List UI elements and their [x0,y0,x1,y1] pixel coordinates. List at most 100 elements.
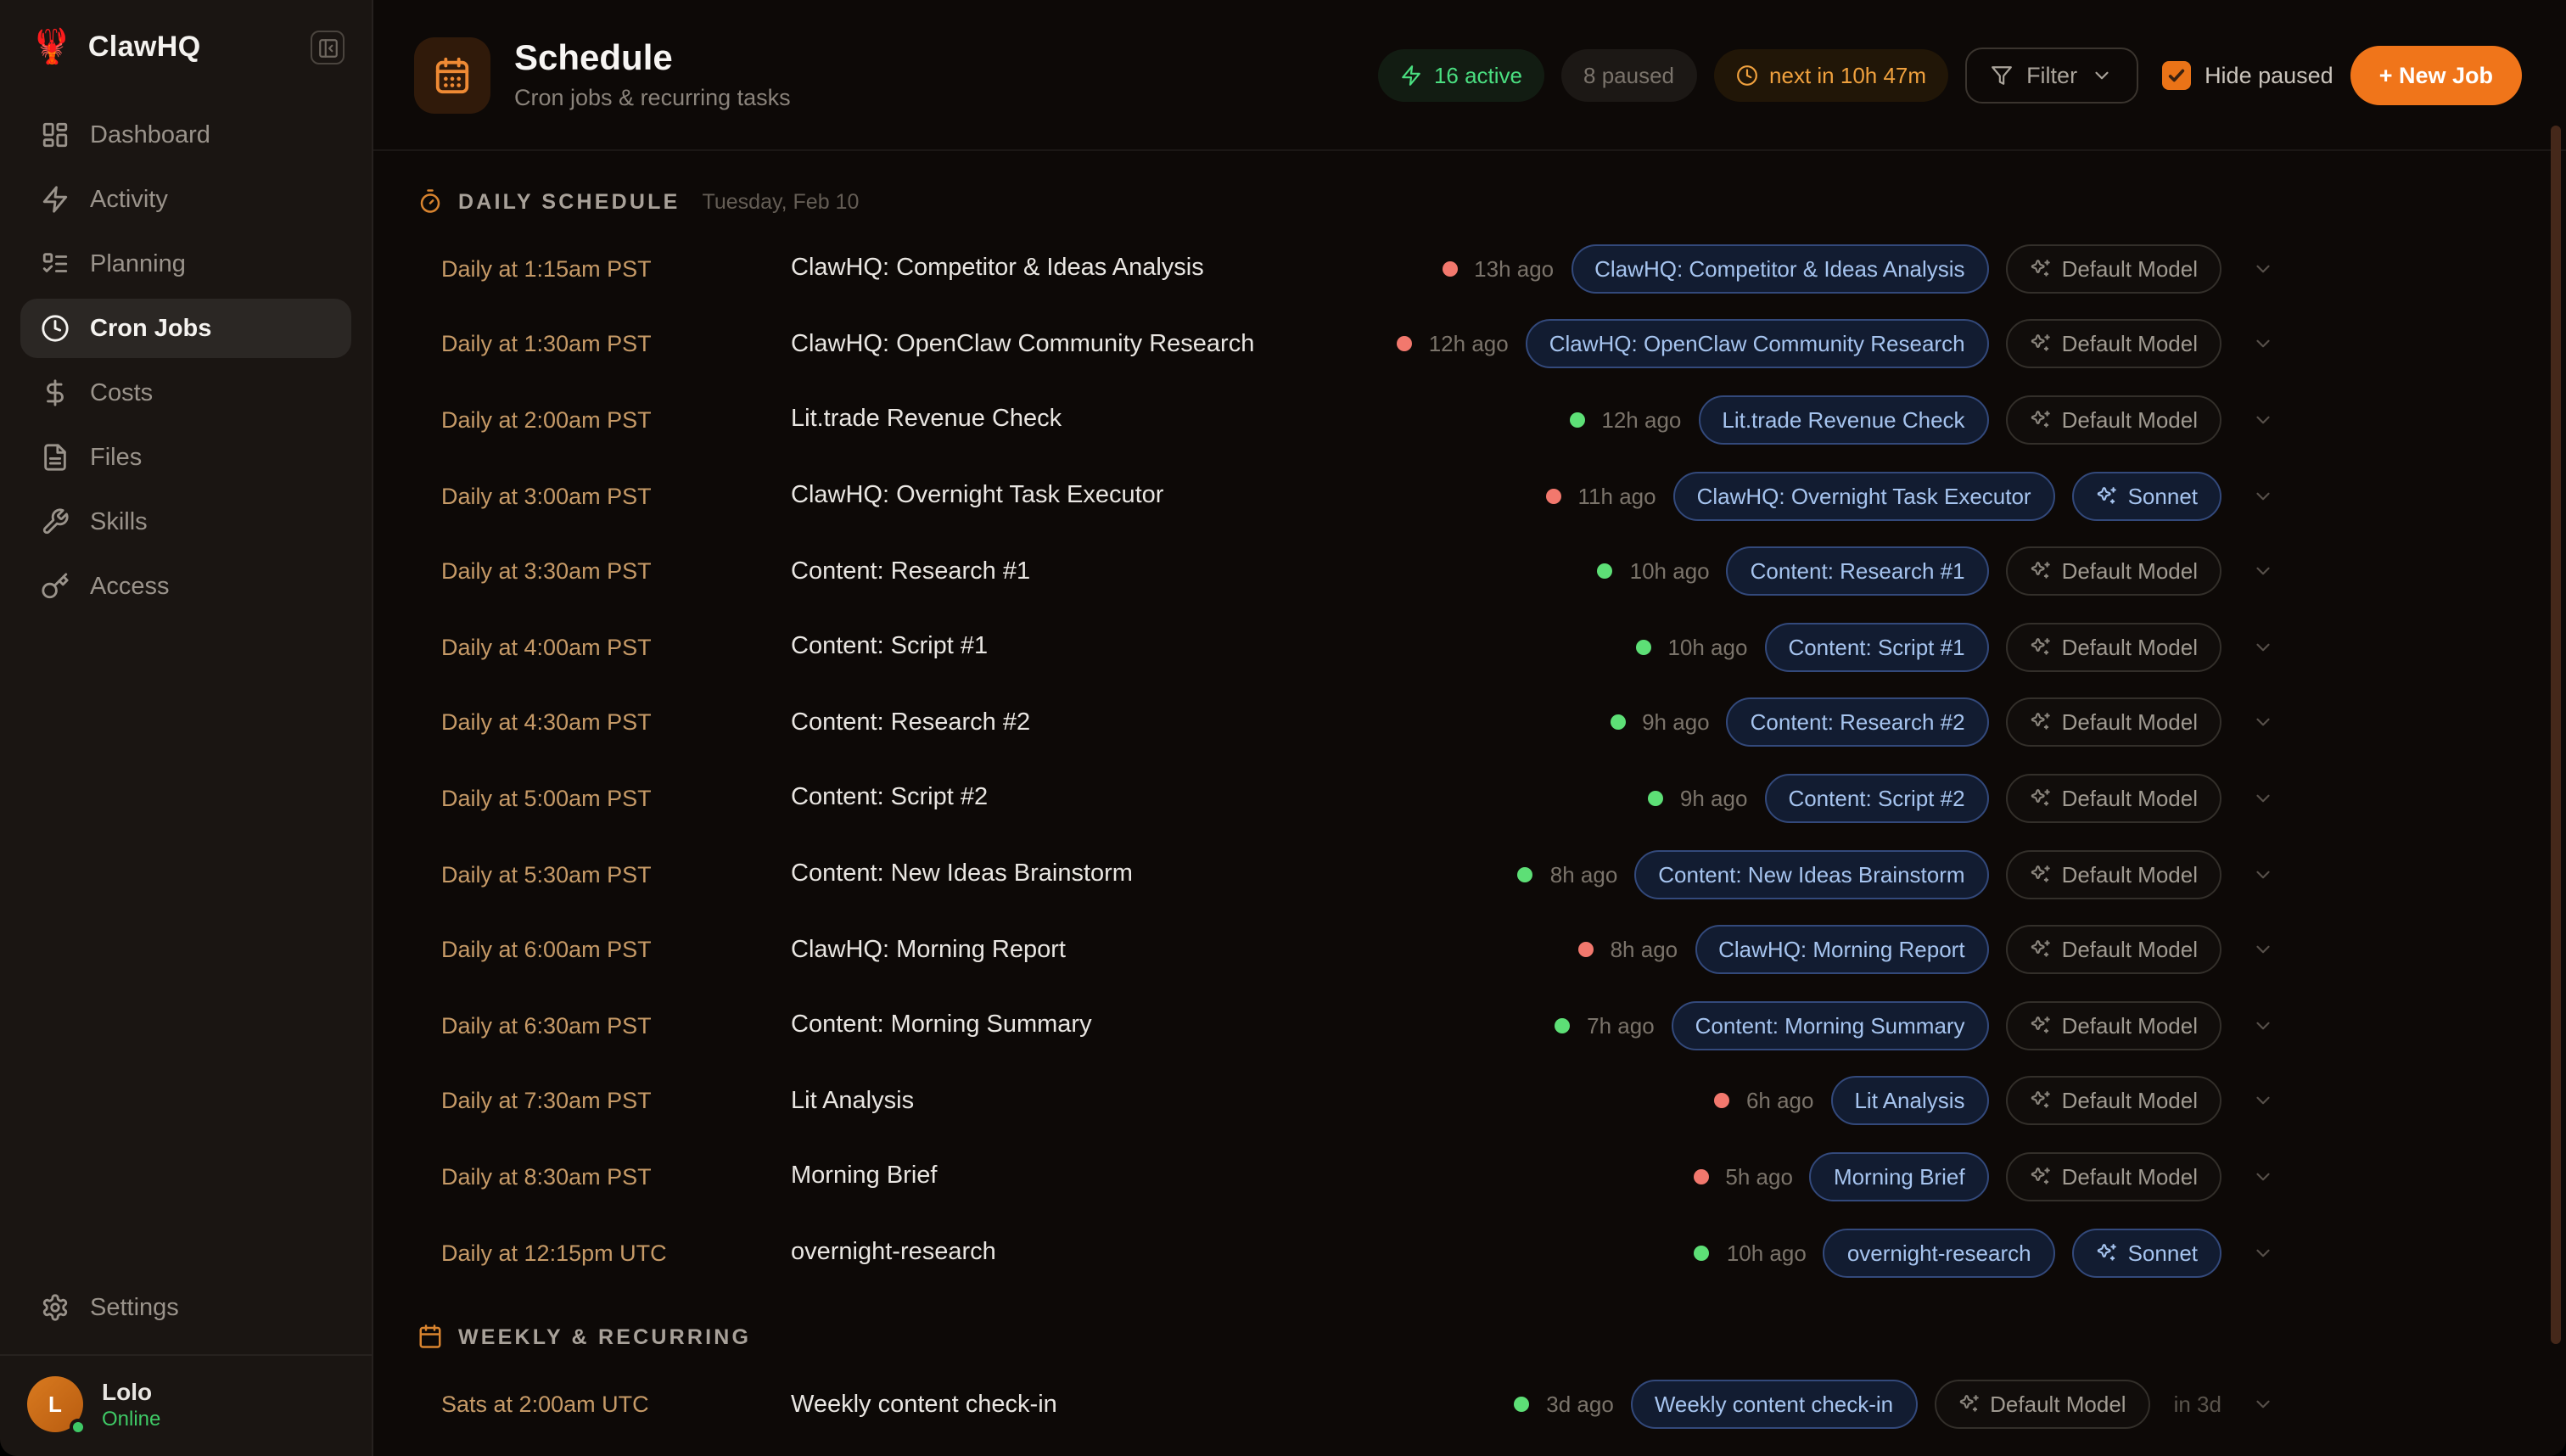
job-badge[interactable]: Content: Script #1 [1764,623,1988,672]
status-dot [1695,1245,1710,1260]
job-row[interactable]: Daily at 4:30am PST Content: Research #2… [373,685,2566,760]
chevron-down-icon[interactable] [2252,863,2274,885]
chevron-down-icon[interactable] [2252,333,2274,356]
job-badge[interactable]: Content: Research #2 [1727,698,1989,748]
user-profile[interactable]: L Lolo Online [0,1354,372,1456]
sidebar-item-skills[interactable]: Skills [20,492,351,552]
sidebar-item-files[interactable]: Files [20,428,351,487]
model-badge[interactable]: Default Model [2006,925,2221,974]
hide-paused-toggle[interactable]: Hide paused [2162,60,2333,89]
sidebar-item-label: Access [90,573,170,600]
job-badge[interactable]: Lit.trade Revenue Check [1698,395,1988,445]
sidebar-collapse-icon[interactable] [311,31,345,64]
model-badge[interactable]: Default Model [2006,849,2221,899]
clock-icon [1735,64,1757,86]
status-dot [1598,563,1613,579]
avatar-initial: L [48,1392,62,1417]
chevron-down-icon[interactable] [2252,787,2274,809]
chevron-down-icon[interactable] [2252,1166,2274,1188]
funnel-icon [1991,64,2013,86]
model-badge[interactable]: Default Model [2006,395,2221,445]
sparkles-icon [2030,409,2052,431]
job-row[interactable]: Daily at 7:30am PST Lit Analysis 6h ago … [373,1063,2566,1139]
section-title: DAILY SCHEDULE [458,189,681,213]
job-badge[interactable]: Morning Brief [1810,1152,1989,1201]
job-row[interactable]: Daily at 3:30am PST Content: Research #1… [373,534,2566,609]
chevron-down-icon[interactable] [2252,1090,2274,1112]
filter-button[interactable]: Filter [1965,47,2138,103]
job-badge[interactable]: Content: Research #1 [1727,546,1989,596]
job-badge[interactable]: Lit Analysis [1830,1077,1988,1126]
model-badge[interactable]: Default Model [1934,1380,2149,1429]
status-dot [1546,488,1561,503]
job-row[interactable]: Sats at 2:00am UTC Weekly content check-… [373,1367,2566,1442]
job-row[interactable]: Daily at 6:00am PST ClawHQ: Morning Repo… [373,912,2566,988]
chevron-down-icon[interactable] [2252,1014,2274,1036]
last-run-time: 10h ago [1727,1240,1807,1265]
app-window: 🦞 ClawHQ DashboardActivityPlanningCron J… [0,0,2566,1456]
job-row[interactable]: Daily at 3:00am PST ClawHQ: Overnight Ta… [373,458,2566,534]
sidebar-item-access[interactable]: Access [20,557,351,616]
model-badge[interactable]: Default Model [2006,1000,2221,1050]
job-badge[interactable]: Content: Script #2 [1764,774,1988,823]
chevron-down-icon[interactable] [2252,560,2274,582]
job-badge[interactable]: ClawHQ: Overnight Task Executor [1673,471,2055,520]
scrollbar[interactable] [2551,126,2561,1344]
chevron-down-icon[interactable] [2252,1241,2274,1263]
sidebar-item-cron-jobs[interactable]: Cron Jobs [20,299,351,358]
chevron-down-icon[interactable] [2252,938,2274,960]
job-badge[interactable]: Weekly content check-in [1631,1380,1917,1429]
model-badge[interactable]: Default Model [2006,1077,2221,1126]
chevron-down-icon[interactable] [2252,712,2274,734]
job-badge[interactable]: ClawHQ: Competitor & Ideas Analysis [1571,244,1988,294]
chevron-down-icon[interactable] [2252,409,2274,431]
sidebar-item-planning[interactable]: Planning [20,234,351,294]
job-row[interactable]: Daily at 5:00am PST Content: Script #2 9… [373,760,2566,836]
job-name: Content: Research #2 [791,709,1610,736]
job-row[interactable]: Daily at 1:30am PST ClawHQ: OpenClaw Com… [373,306,2566,382]
job-badge[interactable]: Content: Morning Summary [1672,1000,1989,1050]
chevron-down-icon[interactable] [2252,636,2274,658]
job-badge[interactable]: Content: New Ideas Brainstorm [1634,849,1988,899]
model-badge[interactable]: Default Model [2006,623,2221,672]
last-run-time: 10h ago [1667,635,1747,660]
job-schedule: Daily at 5:00am PST [441,786,791,811]
hide-paused-checkbox[interactable] [2162,60,2191,89]
sidebar-item-dashboard[interactable]: Dashboard [20,105,351,165]
job-row[interactable]: Daily at 5:30am PST Content: New Ideas B… [373,837,2566,912]
job-badge[interactable]: overnight-research [1824,1228,2055,1277]
job-row[interactable]: Daily at 2:00am PST Lit.trade Revenue Ch… [373,382,2566,457]
sidebar-item-settings[interactable]: Settings [20,1278,351,1337]
job-schedule: Daily at 6:30am PST [441,1012,791,1038]
last-run-time: 3d ago [1546,1392,1614,1417]
new-job-button[interactable]: + New Job [2350,45,2522,104]
job-row[interactable]: Daily at 6:30am PST Content: Morning Sum… [373,988,2566,1063]
status-dot [1610,715,1625,731]
job-badge[interactable]: ClawHQ: Morning Report [1695,925,1988,974]
job-row[interactable]: Daily at 4:00am PST Content: Script #1 1… [373,609,2566,685]
job-badge[interactable]: ClawHQ: OpenClaw Community Research [1526,320,1989,369]
model-badge[interactable]: Default Model [2006,698,2221,748]
dollar-icon [41,378,70,407]
model-badge[interactable]: Default Model [2006,1152,2221,1201]
job-row[interactable]: Daily at 1:15am PST ClawHQ: Competitor &… [373,231,2566,306]
sidebar-nav: DashboardActivityPlanningCron JobsCostsF… [0,88,372,1278]
model-badge[interactable]: Sonnet [2072,1228,2221,1277]
chevron-down-icon[interactable] [2252,1393,2274,1415]
model-badge[interactable]: Default Model [2006,320,2221,369]
model-badge[interactable]: Sonnet [2072,471,2221,520]
model-badge[interactable]: Default Model [2006,546,2221,596]
job-row[interactable]: Daily at 8:30am PST Morning Brief 5h ago… [373,1139,2566,1214]
job-row[interactable]: Daily at 12:15pm UTC overnight-research … [373,1214,2566,1290]
chevron-down-icon[interactable] [2252,258,2274,280]
model-badge[interactable]: Default Model [2006,774,2221,823]
clock-icon [41,314,70,343]
last-run-time: 8h ago [1550,861,1618,887]
active-count-badge: 16 active [1378,48,1544,101]
status-dot [1569,412,1584,428]
sidebar-item-costs[interactable]: Costs [20,363,351,423]
model-badge[interactable]: Default Model [2006,244,2221,294]
status-dot [1714,1094,1729,1109]
chevron-down-icon[interactable] [2252,484,2274,507]
sidebar-item-activity[interactable]: Activity [20,170,351,229]
